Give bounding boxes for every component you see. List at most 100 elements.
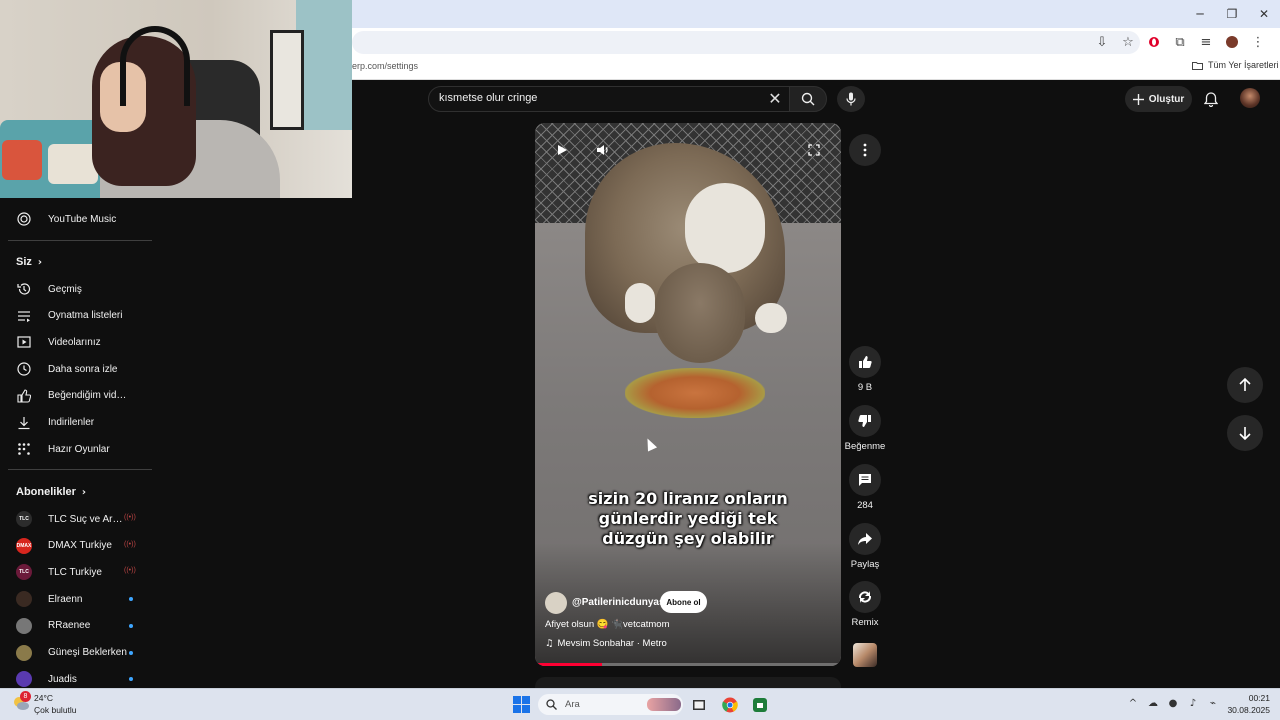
new-content-dot [129, 623, 133, 628]
video-description[interactable]: Afiyet olsun 😋 🐈‍⬛vetcatmom [545, 619, 670, 630]
download-icon [0, 416, 48, 430]
music-info[interactable]: ♫ Mevsim Sonbahar · Metro [545, 638, 667, 649]
bell-icon [1204, 91, 1218, 107]
omnibox[interactable] [352, 31, 1140, 54]
clock-date[interactable]: 30.08.2025 [1220, 705, 1270, 715]
opera-extension-icon[interactable] [1144, 32, 1164, 52]
sidebar-item-your-videos[interactable]: Videolarınız [0, 329, 152, 355]
games-icon [0, 442, 48, 456]
comments-button[interactable] [849, 464, 881, 496]
music-title: Mevsim Sonbahar · Metro [557, 638, 667, 649]
progress-fill [535, 663, 603, 666]
create-label: Oluştur [1148, 93, 1185, 105]
bookmark-url[interactable]: erp.com/settings [352, 61, 418, 71]
close-icon[interactable]: ✕ [1248, 0, 1280, 28]
new-content-dot [129, 650, 133, 655]
clear-icon[interactable]: ✕ [766, 89, 784, 108]
remix-button[interactable] [849, 581, 881, 613]
sidebar-section-you[interactable]: Siz › [16, 256, 42, 268]
live-indicator-icon: ((•)) [124, 540, 136, 548]
watch-later-icon [0, 362, 48, 376]
like-button[interactable] [849, 346, 881, 378]
previous-short-button[interactable] [1227, 367, 1263, 403]
play-icon [558, 145, 567, 155]
volume-icon[interactable]: ♪ [1186, 695, 1200, 711]
all-bookmarks-label: Tüm Yer İşaretleri [1208, 60, 1279, 70]
mic-icon[interactable]: ● [1166, 695, 1180, 711]
music-note-icon: ♫ [545, 638, 554, 649]
browser-menu-icon[interactable]: ⋮ [1248, 32, 1268, 52]
comment-count: 284 [857, 500, 873, 511]
sidebar-item-youtube-music[interactable]: YouTube Music [0, 206, 152, 232]
short-video-player[interactable]: sizin 20 liranız onların günlerdir yediğ… [535, 123, 841, 666]
chevron-up-icon[interactable]: ^ [1126, 695, 1140, 711]
subscription-name: Güneşi Beklerken [48, 647, 127, 658]
sidebar-item-games[interactable]: Hazır Oyunlar [0, 436, 152, 462]
fullscreen-button[interactable] [800, 136, 828, 164]
sidebar-item-watch-later[interactable]: Daha sonra izle [0, 356, 152, 382]
cloud-sync-icon[interactable]: ☁ [1146, 695, 1160, 711]
app-icon [753, 698, 767, 712]
live-indicator-icon: ((•)) [124, 514, 136, 521]
channel-avatar [16, 671, 32, 688]
more-options-button[interactable] [849, 134, 881, 166]
sidebar-item-liked[interactable]: Beğendiğim videolar [0, 383, 152, 409]
notifications-button[interactable] [1200, 88, 1222, 110]
chrome-app[interactable] [720, 695, 740, 715]
sidebar-item-label: İndirilenler [48, 417, 95, 428]
remix-icon [858, 591, 872, 603]
media-control-icon[interactable]: ≡ [1196, 32, 1216, 52]
android-app[interactable] [750, 695, 770, 715]
fullscreen-icon [808, 144, 820, 156]
subscription-name: RRaenee [48, 620, 91, 632]
browser-toolbar: ⇩ ☆ ⧉ ≡ ⋮ [1092, 31, 1268, 53]
bookmark-star-icon[interactable]: ☆ [1118, 32, 1138, 52]
more-vert-icon [863, 143, 867, 157]
avatar[interactable] [1240, 88, 1260, 108]
subscribe-button[interactable]: Abone ol [660, 591, 707, 613]
caption-line: sizin 20 liranız onların [588, 489, 788, 508]
youtube-music-icon [0, 212, 48, 226]
share-icon [858, 533, 872, 545]
voice-search-button[interactable] [837, 86, 865, 112]
share-button[interactable] [849, 523, 881, 555]
next-short-button[interactable] [1227, 415, 1263, 451]
channel-avatar: TLC [16, 564, 32, 581]
section-title: Siz [16, 256, 32, 268]
dislike-label: Beğenme [844, 441, 886, 452]
network-icon[interactable]: ⌁ [1206, 695, 1220, 711]
file-explorer-app[interactable] [689, 695, 709, 715]
dislike-button[interactable] [849, 405, 881, 437]
clock-time[interactable]: 00:21 [1230, 693, 1270, 703]
chevron-right-icon: › [37, 256, 43, 268]
restore-icon[interactable]: ❐ [1216, 0, 1248, 28]
channel-avatar[interactable] [545, 592, 567, 614]
channel-avatar: TLC [16, 511, 32, 527]
search-button[interactable] [789, 86, 827, 112]
sidebar-item-history[interactable]: Geçmiş [0, 276, 152, 302]
all-bookmarks-button[interactable]: Tüm Yer İşaretleri [1192, 60, 1279, 70]
subscription-name: DMAX Turkiye [48, 540, 112, 552]
extensions-icon[interactable]: ⧉ [1170, 32, 1190, 52]
sidebar-section-subscriptions[interactable]: Abonelikler › [16, 486, 86, 498]
caption-line: düzgün şey olabilir [602, 529, 774, 548]
sidebar-item-playlist[interactable]: Oynatma listeleri [0, 303, 152, 329]
start-button[interactable] [513, 696, 530, 713]
history-icon [0, 282, 48, 296]
arrow-down-icon [1239, 427, 1251, 440]
volume-button[interactable] [589, 136, 617, 164]
audio-source-thumbnail[interactable] [853, 643, 877, 667]
volume-icon [597, 145, 608, 155]
sidebar-item-download[interactable]: İndirilenler [0, 410, 152, 436]
play-button[interactable] [548, 136, 576, 164]
minimize-icon[interactable]: ─ [1184, 0, 1216, 28]
install-app-icon[interactable]: ⇩ [1092, 32, 1112, 52]
profile-icon[interactable] [1222, 32, 1242, 52]
create-button[interactable]: Oluştur [1125, 86, 1192, 112]
taskbar-search[interactable]: Ara [538, 694, 683, 715]
channel-name[interactable]: @Patilerinicdunyasi [572, 597, 667, 608]
weather-temperature: 24°C [34, 693, 53, 703]
search-query[interactable]: kısmetse olur cringe [439, 92, 537, 104]
plus-icon [1132, 93, 1144, 105]
weather-badge: 8 [20, 691, 31, 702]
